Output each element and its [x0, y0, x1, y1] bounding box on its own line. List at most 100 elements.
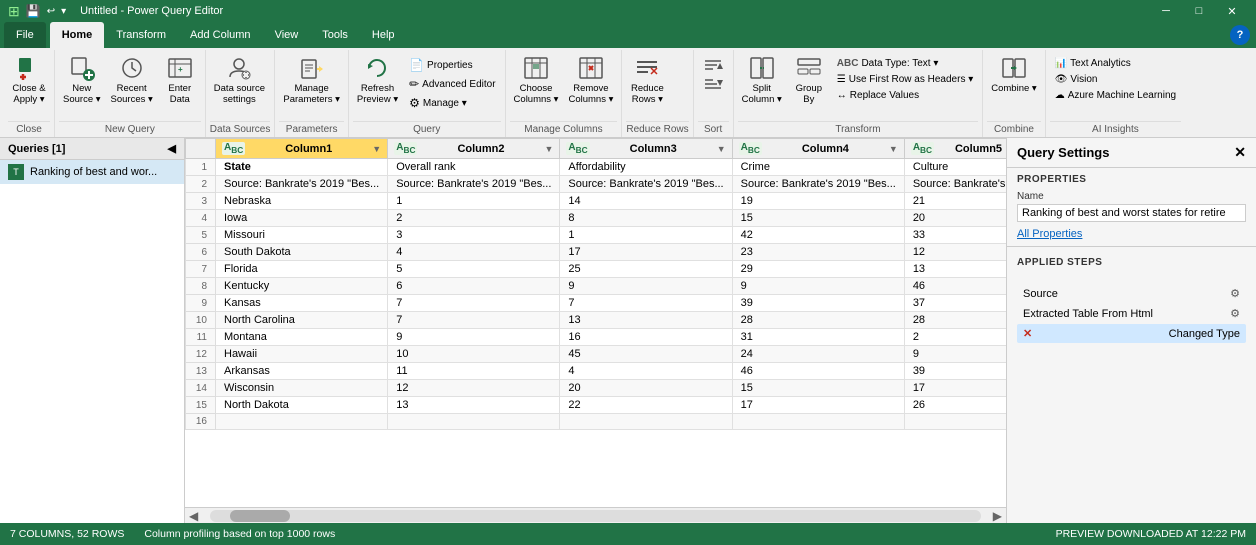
column2-header[interactable]: ABC Column2 ▼	[388, 139, 560, 159]
scrollbar-thumb[interactable]	[230, 510, 290, 522]
table-row[interactable]: 15North Dakota13221726	[186, 397, 1007, 414]
cell-row1-col4: Crime	[732, 159, 904, 176]
step-source-gear[interactable]: ⚙	[1230, 287, 1240, 300]
minimize-button[interactable]: ─	[1150, 0, 1182, 22]
tab-file[interactable]: File	[4, 22, 46, 48]
col3-filter-icon[interactable]: ▼	[717, 144, 726, 154]
replace-values-button[interactable]: ↔ Replace Values	[832, 88, 978, 103]
maximize-button[interactable]: □	[1183, 0, 1215, 22]
step-changed-type-x[interactable]: ✕	[1023, 327, 1032, 340]
col4-filter-icon[interactable]: ▼	[889, 144, 898, 154]
table-row[interactable]: 10North Carolina7132828	[186, 312, 1007, 329]
data-grid[interactable]: ABC Column1 ▼ ABC Column2 ▼	[185, 138, 1006, 507]
settings-close-icon[interactable]: ✕	[1234, 144, 1246, 161]
split-column-button[interactable]: SplitColumn ▾	[738, 52, 786, 108]
text-analytics-icon: 📊	[1055, 58, 1067, 69]
manage-parameters-button[interactable]: ManageParameters ▾	[279, 52, 344, 108]
table-row[interactable]: 6South Dakota4172312	[186, 244, 1007, 261]
tab-transform[interactable]: Transform	[104, 22, 178, 48]
cell-row11-col5: 2	[904, 329, 1006, 346]
reduce-rows-group-label: Reduce Rows	[626, 121, 688, 137]
step-extracted-gear[interactable]: ⚙	[1230, 307, 1240, 320]
data-type-button[interactable]: ABC Data Type: Text ▾	[832, 56, 978, 71]
scroll-left-btn[interactable]: ◀	[185, 509, 202, 523]
data-source-settings-button[interactable]: Data sourcesettings	[210, 52, 269, 108]
tab-view[interactable]: View	[263, 22, 311, 48]
cell-row13-col3: 4	[560, 363, 732, 380]
reduce-rows-button[interactable]: ReduceRows ▾	[626, 52, 668, 108]
step-changed-type[interactable]: ✕ Changed Type	[1017, 324, 1246, 343]
table-row[interactable]: 16	[186, 414, 1007, 430]
cell-row7-col4: 29	[732, 261, 904, 278]
replace-values-label: Replace Values	[850, 90, 919, 101]
table-row[interactable]: 7Florida5252913	[186, 261, 1007, 278]
col2-filter-icon[interactable]: ▼	[544, 144, 553, 154]
combine-button[interactable]: Combine ▾	[987, 52, 1040, 96]
table-row[interactable]: 2Source: Bankrate's 2019 "Bes...Source: …	[186, 176, 1007, 193]
close-button[interactable]: ✕	[1216, 0, 1248, 22]
recent-sources-button[interactable]: RecentSources ▾	[107, 52, 157, 108]
tab-add-column[interactable]: Add Column	[178, 22, 263, 48]
use-first-row-button[interactable]: ☰ Use First Row as Headers ▾	[832, 72, 978, 87]
table-row[interactable]: 4Iowa281520	[186, 210, 1007, 227]
split-column-icon	[748, 54, 776, 82]
help-button[interactable]: ?	[1230, 25, 1250, 45]
close-apply-button[interactable]: Close &Apply ▾	[8, 52, 50, 108]
scroll-right-btn[interactable]: ▶	[989, 509, 1006, 523]
new-source-label: NewSource ▾	[63, 83, 101, 106]
query-item-label: Ranking of best and wor...	[30, 166, 157, 178]
group-by-button[interactable]: GroupBy	[788, 52, 830, 108]
table-row[interactable]: 8Kentucky69946	[186, 278, 1007, 295]
column4-header[interactable]: ABC Column4 ▼	[732, 139, 904, 159]
sort-asc-button[interactable]	[698, 56, 728, 74]
save-icon[interactable]: 💾	[26, 4, 41, 18]
dropdown-icon[interactable]: ▾	[61, 6, 66, 17]
new-source-button[interactable]: NewSource ▾	[59, 52, 105, 108]
queries-collapse-icon[interactable]: ◀	[168, 142, 176, 155]
tab-help[interactable]: Help	[360, 22, 407, 48]
undo-icon[interactable]: ↩	[47, 6, 55, 17]
properties-button[interactable]: 📄 Properties	[404, 56, 500, 74]
column3-header[interactable]: ABC Column3 ▼	[560, 139, 732, 159]
remove-columns-button[interactable]: RemoveColumns ▾	[564, 52, 617, 108]
advanced-editor-button[interactable]: ✏ Advanced Editor	[404, 75, 500, 93]
table-row[interactable]: 5Missouri314233	[186, 227, 1007, 244]
table-row[interactable]: 13Arkansas1144639	[186, 363, 1007, 380]
refresh-preview-button[interactable]: RefreshPreview ▾	[353, 52, 402, 108]
step-source[interactable]: Source ⚙	[1017, 284, 1246, 303]
queries-panel: Queries [1] ◀ T Ranking of best and wor.…	[0, 138, 185, 523]
step-extracted-table[interactable]: Extracted Table From Html ⚙	[1017, 304, 1246, 323]
cell-row7-col3: 25	[560, 261, 732, 278]
vision-button[interactable]: 👁 Vision	[1050, 72, 1181, 87]
column5-header[interactable]: ABC Column5 ▼	[904, 139, 1006, 159]
table-row[interactable]: 11Montana916312	[186, 329, 1007, 346]
all-properties-link[interactable]: All Properties	[1017, 228, 1246, 240]
advanced-editor-label: Advanced Editor	[422, 79, 495, 90]
ribbon-group-close: Close &Apply ▾ Close	[4, 50, 55, 137]
table-row[interactable]: 14Wisconsin12201517	[186, 380, 1007, 397]
table-row[interactable]: 12Hawaii1045249	[186, 346, 1007, 363]
choose-columns-button[interactable]: ChooseColumns ▾	[510, 52, 563, 108]
col1-filter-icon[interactable]: ▼	[372, 144, 381, 154]
row-number: 14	[186, 380, 216, 397]
text-analytics-button[interactable]: 📊 Text Analytics	[1050, 56, 1181, 71]
table-row[interactable]: 9Kansas773937	[186, 295, 1007, 312]
name-input[interactable]	[1017, 204, 1246, 222]
query-item[interactable]: T Ranking of best and wor...	[0, 160, 184, 184]
table-row[interactable]: 1StateOverall rankAffordabilityCrimeCult…	[186, 159, 1007, 176]
sort-desc-button[interactable]	[698, 75, 728, 93]
step-extracted-label: Extracted Table From Html	[1023, 308, 1153, 320]
ribbon-group-ai: 📊 Text Analytics 👁 Vision ☁ Azure Machin…	[1046, 50, 1185, 137]
column1-header[interactable]: ABC Column1 ▼	[216, 139, 388, 159]
manage-button[interactable]: ⚙ Manage ▾	[404, 94, 500, 112]
table-row[interactable]: 3Nebraska1141921	[186, 193, 1007, 210]
horizontal-scrollbar[interactable]: ◀ ▶	[185, 507, 1006, 523]
scrollbar-track[interactable]	[210, 510, 981, 522]
tab-tools[interactable]: Tools	[310, 22, 360, 48]
cell-row15-col2: 13	[388, 397, 560, 414]
azure-ml-button[interactable]: ☁ Azure Machine Learning	[1050, 88, 1181, 103]
tab-home[interactable]: Home	[50, 22, 105, 48]
enter-data-button[interactable]: + EnterData	[159, 52, 201, 108]
data-source-settings-icon	[225, 54, 253, 82]
cell-row3-col2: 1	[388, 193, 560, 210]
